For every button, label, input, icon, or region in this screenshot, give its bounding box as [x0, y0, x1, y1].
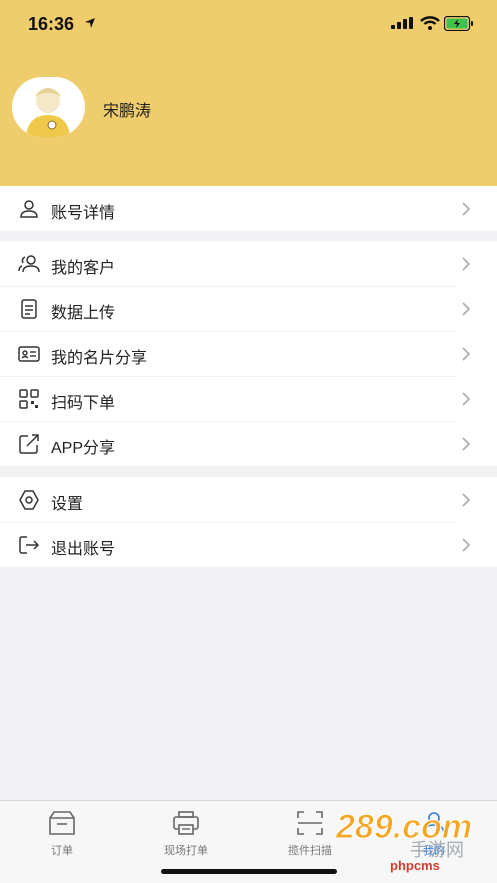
- menu-item-app-share[interactable]: APP分享: [0, 421, 497, 466]
- document-icon: [21, 299, 37, 319]
- menu-item-label: 设置: [51, 496, 84, 513]
- menu-item-data-upload[interactable]: 数据上传: [0, 286, 497, 331]
- qr-code-icon: [19, 389, 39, 409]
- menu-item-scan-to-order[interactable]: 扫码下单: [0, 376, 497, 421]
- avatar-illustration: [26, 88, 70, 137]
- scan-icon: [297, 811, 323, 835]
- menu-item-account-details[interactable]: 账号详情: [0, 186, 497, 231]
- customers-icon: [18, 255, 40, 273]
- menu-item-label: 数据上传: [51, 305, 116, 322]
- id-card-icon: [18, 346, 40, 362]
- battery-charging-icon: [444, 16, 473, 31]
- menu-item-my-customers[interactable]: 我的客户: [0, 241, 497, 286]
- chevron-right-icon: [462, 202, 471, 216]
- gear-icon: [19, 490, 39, 510]
- chevron-right-icon: [462, 392, 471, 406]
- location-arrow-icon: [85, 18, 95, 28]
- chevron-right-icon: [462, 437, 471, 451]
- profile-name: 宋鹏涛: [103, 103, 152, 120]
- menu-group-account: 账号详情: [0, 186, 497, 231]
- status-time: 16:36: [28, 14, 75, 34]
- menu-item-logout[interactable]: 退出账号: [0, 522, 497, 567]
- share-icon: [19, 434, 39, 454]
- menu-item-label: APP分享: [51, 440, 116, 457]
- wifi-icon: [420, 16, 440, 30]
- cellular-signal-icon: [391, 17, 413, 29]
- menu-group-system: 设置 退出账号: [0, 477, 497, 567]
- menu-item-label: 我的名片分享: [51, 350, 148, 367]
- status-bar: 16:36: [0, 0, 497, 48]
- menu-group-features: 我的客户 数据上传 我的名片分享 扫码下单 APP分享: [0, 241, 497, 466]
- home-indicator: [161, 869, 337, 874]
- chevron-right-icon: [462, 493, 471, 507]
- printer-icon: [173, 811, 199, 835]
- tab-label: 订单: [51, 845, 73, 857]
- menu-item-settings[interactable]: 设置: [0, 477, 497, 522]
- orders-icon: [49, 811, 75, 835]
- chevron-right-icon: [462, 257, 471, 271]
- person-icon: [20, 200, 38, 218]
- menu-item-label: 我的客户: [51, 260, 116, 277]
- menu-item-label: 退出账号: [51, 541, 116, 558]
- avatar[interactable]: [12, 77, 85, 137]
- menu-item-label: 账号详情: [51, 205, 116, 222]
- chevron-right-icon: [462, 538, 471, 552]
- tab-orders[interactable]: 订单: [17, 807, 107, 857]
- profile-header: 16:36 宋鹏涛: [0, 0, 497, 186]
- tab-label: 现场打单: [164, 845, 208, 857]
- menu-item-label: 扫码下单: [51, 395, 116, 412]
- chevron-right-icon: [462, 302, 471, 316]
- watermark-site: phpcms: [390, 858, 440, 873]
- logout-icon: [19, 536, 40, 554]
- chevron-right-icon: [462, 347, 471, 361]
- menu-item-business-card-share[interactable]: 我的名片分享: [0, 331, 497, 376]
- tab-onsite-print[interactable]: 现场打单: [141, 807, 231, 857]
